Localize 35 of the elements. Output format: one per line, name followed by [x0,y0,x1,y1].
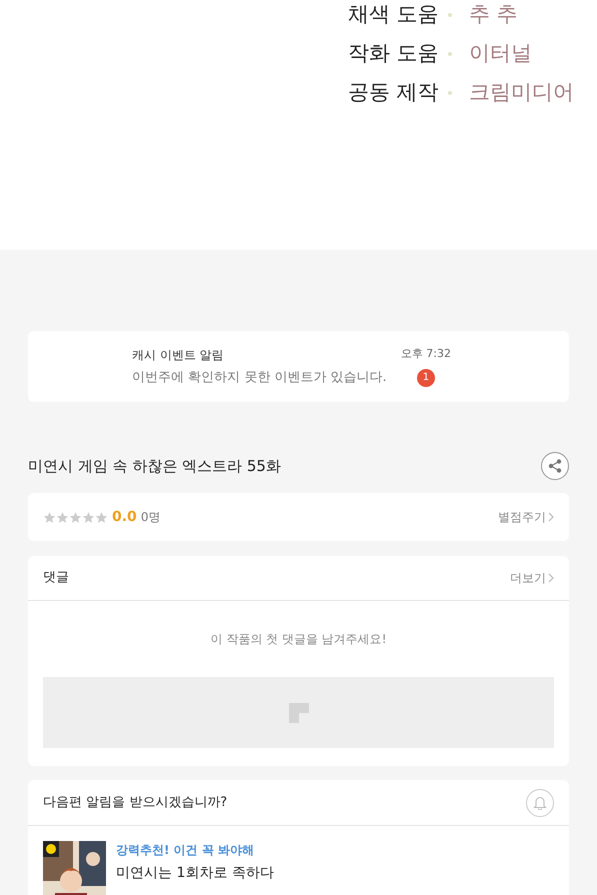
star-rating[interactable] [43,510,108,524]
empty-comments-message: 이 작품의 첫 댓글을 남겨주세요! [210,631,387,648]
placeholder-icon [288,702,308,722]
comments-title: 댓글 [43,569,69,588]
rating-count: 0명 [140,509,160,526]
credit-name: 이터널 [469,40,532,68]
star-icon [56,510,69,524]
star-icon [82,510,95,524]
notification-time: 오후 7:32 [400,346,451,362]
recommendation-title[interactable]: 미연시는 1회차로 족하다 [116,863,274,884]
notification-message: 이번주에 확인하지 못한 이벤트가 있습니다. [132,368,388,387]
credit-name: 크림미디어 [469,79,574,106]
credit-role: 공동 제작 [348,79,440,106]
episode-title: 미연시 게임 속 하찮은 엑스트라 55화 [28,456,281,477]
credit-role: 작화 도움 [348,40,440,68]
share-icon [548,459,562,473]
recommendation-tag: 강력추천! 이건 꼭 봐야해 [116,841,274,859]
rate-link[interactable]: 별점주기 [498,508,554,526]
share-button[interactable] [541,452,569,480]
rating-score: 0.0 [112,508,137,526]
subscribe-question: 다음편 알림을 받으시겠습니까? [43,794,228,812]
comment-input-area[interactable] [43,677,554,748]
star-icon [69,510,82,524]
chevron-icon [548,573,554,583]
star-icon [43,510,56,524]
chevron-icon [548,512,554,522]
count-badge: 1 [416,368,435,387]
star-icon [95,510,108,524]
more-link[interactable]: 더보기 [510,569,554,587]
notification-title: 캐시 이벤트 알림 [132,346,225,364]
credit-role: 채색 도움 [348,1,440,28]
notification-card[interactable]: 캐시 이벤트 알림 이번주에 확인하지 못한 이벤트가 있습니다. 오후 7:32 1 [28,331,569,402]
notification-toggle[interactable] [526,788,554,816]
bell-icon [533,795,547,810]
credit-name: 추 추 [469,1,518,28]
